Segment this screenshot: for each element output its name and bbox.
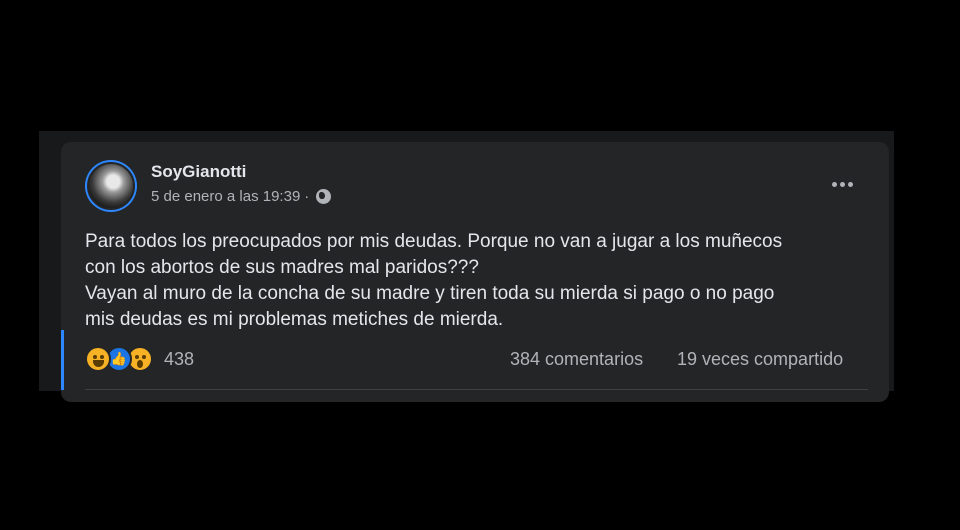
haha-reaction-icon xyxy=(85,346,111,372)
post-text: Para todos los preocupados por mis deuda… xyxy=(85,229,875,333)
post-text-line: mis deudas es mi problemas metiches de m… xyxy=(85,309,504,330)
more-options-icon-dot xyxy=(847,181,853,187)
avatar-photo xyxy=(87,162,135,210)
post-timestamp[interactable]: 5 de enero a las 19:39 xyxy=(151,188,300,205)
post-text-line: Vayan al muro de la concha de su madre y… xyxy=(85,283,775,304)
more-options-button[interactable] xyxy=(826,172,858,196)
more-options-icon-dot xyxy=(839,181,845,187)
post-meta: 5 de enero a las 19:39 · xyxy=(151,188,332,205)
meta-separator: · xyxy=(304,188,310,205)
divider xyxy=(85,389,868,390)
post-text-line: con los abortos de sus madres mal parido… xyxy=(85,257,479,278)
shares-link[interactable]: 19 veces compartido xyxy=(677,349,843,370)
post-text-line: Para todos los preocupados por mis deuda… xyxy=(85,231,783,252)
reactions-summary[interactable]: 👍 438 xyxy=(85,346,194,372)
focus-accent-bar xyxy=(61,330,64,390)
comments-link[interactable]: 384 comentarios xyxy=(510,349,643,370)
reaction-count[interactable]: 438 xyxy=(164,349,194,370)
author-name[interactable]: SoyGianotti xyxy=(151,162,246,182)
globe-icon[interactable] xyxy=(316,189,332,204)
author-avatar[interactable] xyxy=(85,160,137,212)
more-options-icon xyxy=(831,181,837,187)
